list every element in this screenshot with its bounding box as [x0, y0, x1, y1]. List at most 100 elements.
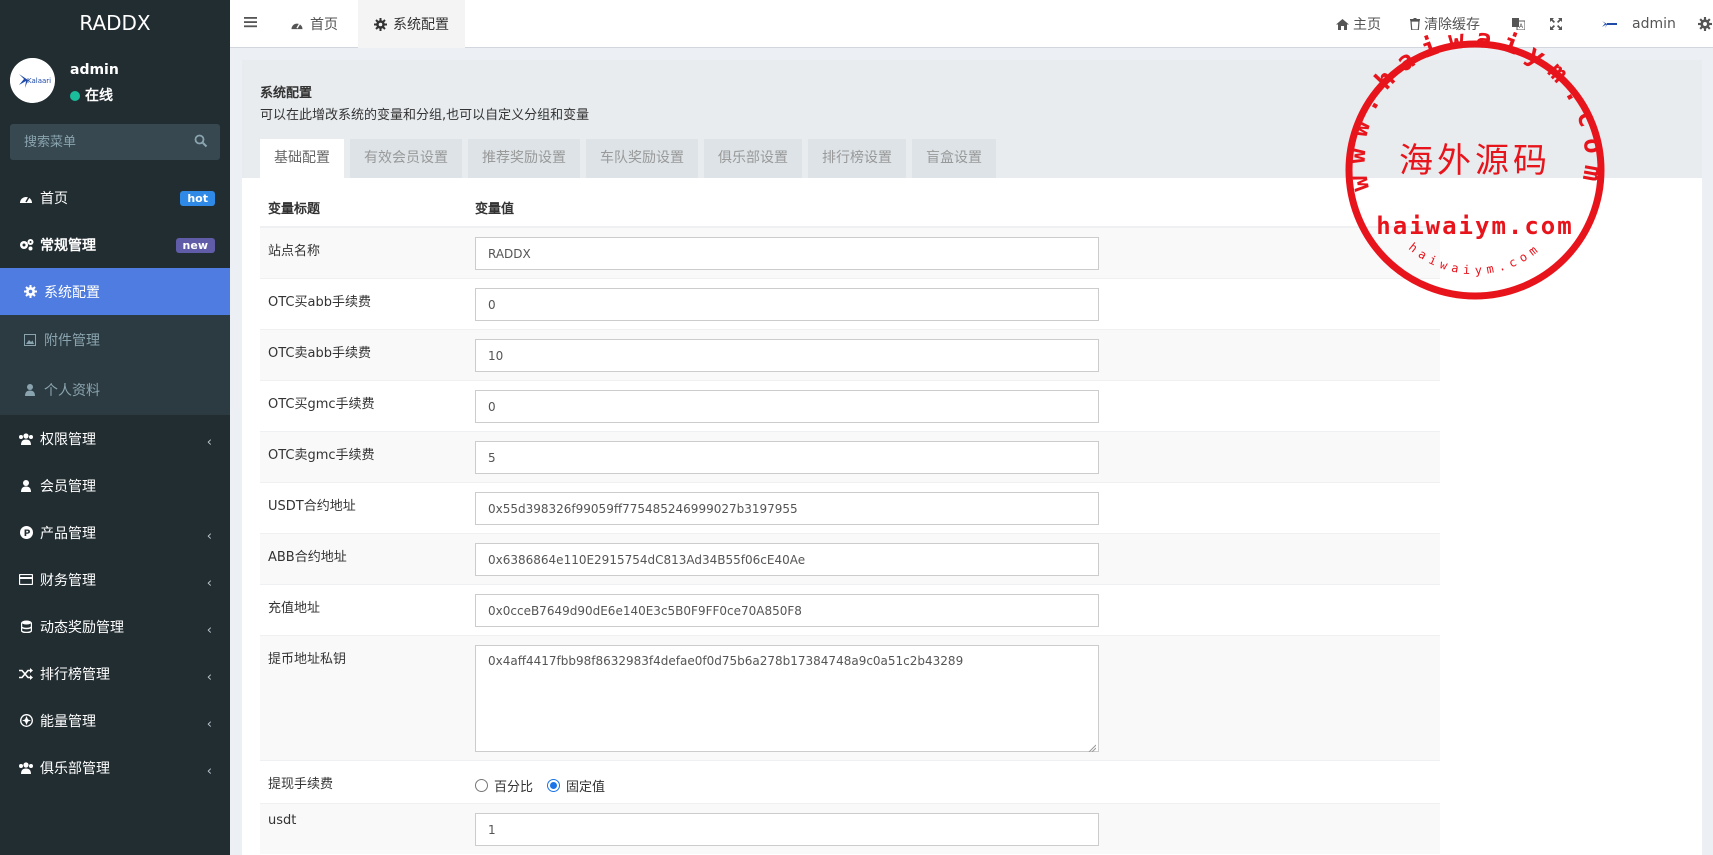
fullscreen-icon	[1550, 18, 1562, 30]
menu-search-input[interactable]	[10, 124, 190, 160]
dashboard-icon	[290, 19, 304, 30]
usdt-input[interactable]: 1	[475, 813, 1099, 846]
row-label: OTC买abb手续费	[260, 278, 467, 330]
sidebar-item-profile[interactable]: 个人资料	[0, 365, 230, 415]
table-row: 站点名称 RADDX	[260, 226, 1440, 279]
avatar: Kalaari	[10, 58, 55, 103]
user-panel: Kalaari admin 在线	[0, 48, 230, 112]
sidebar-item-label: 产品管理	[40, 525, 96, 542]
users-icon	[18, 760, 34, 776]
row-label: 提币地址私钥	[260, 635, 467, 761]
sidebar-item-label: 俱乐部管理	[40, 760, 110, 777]
tab-label: 首页	[310, 17, 338, 33]
translate-icon: A	[1512, 18, 1525, 30]
config-tabs: 基础配置 有效会员设置 推荐奖励设置 车队奖励设置 俱乐部设置 排行榜设置 盲盒…	[260, 139, 1002, 178]
settings-button[interactable]	[1698, 0, 1712, 48]
radio-label: 百分比	[494, 780, 534, 795]
otc-sell-abb-fee-input[interactable]: 10	[475, 339, 1099, 372]
tab-team-reward[interactable]: 车队奖励设置	[586, 139, 698, 178]
user-icon	[18, 478, 34, 494]
tab-basic-config[interactable]: 基础配置	[260, 139, 344, 178]
gear-icon	[374, 17, 387, 31]
stamp-bottom-text: haiwaiym.com	[1406, 240, 1539, 277]
cogs-icon	[18, 237, 34, 253]
otc-buy-abb-fee-input[interactable]: 0	[475, 288, 1099, 321]
user-icon	[22, 382, 38, 398]
table-row: OTC卖abb手续费 10	[260, 329, 1440, 381]
submenu-general: 系统配置 附件管理 个人资料	[0, 268, 230, 415]
row-label: 充值地址	[260, 584, 467, 636]
site-name-input[interactable]: RADDX	[475, 237, 1099, 270]
sidebar-item-products[interactable]: P 产品管理 ‹	[0, 509, 230, 556]
abb-contract-input[interactable]: 0x6386864e110E2915754dC813Ad34B55f06cE40…	[475, 543, 1099, 576]
row-label: 站点名称	[260, 226, 467, 279]
energy-icon	[18, 713, 34, 729]
search-icon[interactable]	[194, 134, 208, 148]
tab-valid-member[interactable]: 有效会员设置	[350, 139, 462, 178]
table-header: 变量标题 变量值	[260, 188, 1440, 228]
chevron-left-icon: ‹	[206, 435, 212, 450]
svg-text:A: A	[1519, 23, 1524, 30]
usdt-contract-input[interactable]: 0x55d398326f99059ff775485246999027b31979…	[475, 492, 1099, 525]
radio-label: 固定值	[566, 780, 606, 795]
row-label: OTC卖gmc手续费	[260, 431, 467, 483]
product-icon: P	[18, 525, 34, 541]
new-badge: new	[175, 238, 215, 253]
sidebar-item-label: 个人资料	[44, 383, 100, 399]
menu-search	[10, 124, 220, 160]
withdraw-private-key-textarea[interactable]: 0x4aff4417fbb98f8632983f4defae0f0d75b6a2…	[475, 645, 1099, 753]
tab-blind-box[interactable]: 盲盒设置	[912, 139, 996, 178]
sidebar-item-energy[interactable]: 能量管理 ‹	[0, 697, 230, 744]
sidebar-item-finance[interactable]: 财务管理 ‹	[0, 556, 230, 603]
sidebar-item-dynamic-rewards[interactable]: 动态奖励管理 ‹	[0, 603, 230, 650]
gear-icon	[22, 284, 38, 300]
sidebar-item-club[interactable]: 俱乐部管理 ‹	[0, 744, 230, 791]
sidebar: RADDX Kalaari admin 在线 首页 hot 常规管理 new	[0, 0, 230, 855]
tab-leaderboard[interactable]: 排行榜设置	[808, 139, 906, 178]
chevron-left-icon: ‹	[206, 670, 212, 685]
table-row: ABB合约地址 0x6386864e110E2915754dC813Ad34B5…	[260, 533, 1440, 585]
table-row: USDT合约地址 0x55d398326f99059ff775485246999…	[260, 482, 1440, 534]
row-label: usdt	[260, 803, 467, 854]
chevron-left-icon: ‹	[206, 529, 212, 544]
app-logo[interactable]: RADDX	[0, 0, 230, 48]
row-label: ABB合约地址	[260, 533, 467, 585]
sidebar-item-label: 系统配置	[44, 284, 100, 301]
resize-grip-icon[interactable]	[1088, 741, 1097, 753]
otc-buy-gmc-fee-input[interactable]: 0	[475, 390, 1099, 423]
textarea-value: 0x4aff4417fbb98f8632983f4defae0f0d75b6a2…	[488, 654, 964, 668]
sidebar-item-members[interactable]: 会员管理	[0, 462, 230, 509]
sidebar-item-home[interactable]: 首页 hot	[0, 174, 230, 221]
table-row: 提币地址私钥 0x4aff4417fbb98f8632983f4defae0f0…	[260, 635, 1440, 761]
radio-percentage[interactable]	[475, 779, 488, 792]
sidebar-item-label: 首页	[40, 190, 68, 207]
sidebar-item-attachments[interactable]: 附件管理	[0, 315, 230, 365]
chevron-left-icon: ‹	[206, 717, 212, 732]
home-icon	[1336, 18, 1349, 30]
user-status: 在线	[70, 85, 113, 105]
menu-toggle-icon[interactable]	[244, 15, 260, 31]
chevron-left-icon: ‹	[206, 576, 212, 591]
tab-system-config[interactable]: 系统配置	[358, 0, 465, 48]
svg-text:haiwaiym.com: haiwaiym.com	[1406, 240, 1544, 277]
otc-sell-gmc-fee-input[interactable]: 5	[475, 441, 1099, 474]
row-label: 提现手续费	[260, 760, 467, 804]
row-label: OTC卖abb手续费	[260, 329, 467, 381]
sidebar-item-permissions[interactable]: 权限管理 ‹	[0, 415, 230, 462]
watermark-stamp: www.haiwaiym.com 海外源码 haiwaiym.com haiwa…	[1330, 24, 1620, 320]
tab-home[interactable]: 首页	[274, 0, 354, 48]
sidebar-item-leaderboard[interactable]: 排行榜管理 ‹	[0, 650, 230, 697]
sidebar-item-general[interactable]: 常规管理 new	[0, 221, 230, 268]
avatar-text: Kalaari	[27, 77, 51, 85]
page-title: 系统配置	[260, 86, 313, 101]
sidebar-item-system-config[interactable]: 系统配置	[0, 268, 230, 315]
dashboard-icon	[18, 190, 34, 206]
tab-referral-reward[interactable]: 推荐奖励设置	[468, 139, 580, 178]
column-header: 变量标题	[260, 188, 467, 228]
deposit-address-input[interactable]: 0x0cceB7649d90dE6e140E3c5B0F9FF0ce70A850…	[475, 594, 1099, 627]
radio-fixed[interactable]	[547, 779, 561, 792]
sidebar-item-label: 常规管理	[40, 237, 96, 254]
tab-club[interactable]: 俱乐部设置	[704, 139, 802, 178]
table-row: OTC买gmc手续费 0	[260, 380, 1440, 432]
credit-card-icon	[18, 572, 34, 588]
